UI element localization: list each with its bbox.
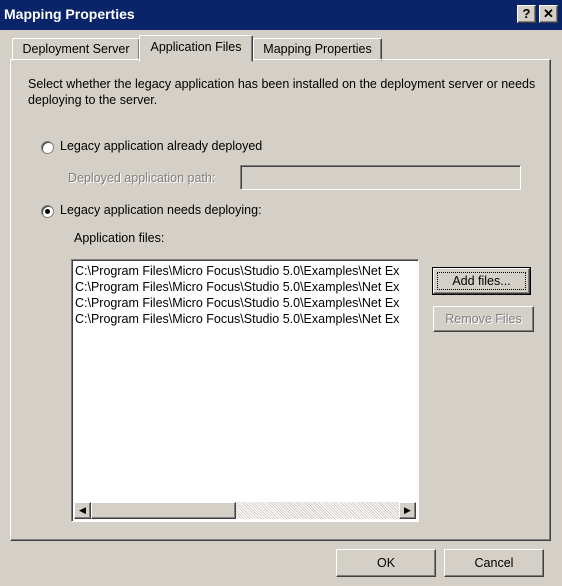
arrow-left-icon: ◀ [79,505,86,515]
horizontal-scrollbar[interactable]: ◀ ▶ [74,502,416,519]
ok-button[interactable]: OK [336,549,436,577]
cancel-button[interactable]: Cancel [444,549,544,577]
tab-deployment-server[interactable]: Deployment Server [12,38,140,61]
deployed-path-label: Deployed application path: [68,171,216,185]
help-button[interactable]: ? [517,5,536,23]
tab-application-files[interactable]: Application Files [139,35,253,62]
radio-selected-dot [45,209,50,214]
deployed-path-input[interactable] [240,165,521,190]
application-files-list[interactable]: C:\Program Files\Micro Focus\Studio 5.0\… [71,259,419,522]
add-files-button[interactable]: Add files... [432,267,531,295]
scroll-left-button[interactable]: ◀ [74,502,91,519]
list-item[interactable]: C:\Program Files\Micro Focus\Studio 5.0\… [75,263,399,279]
arrow-right-icon: ▶ [404,505,411,515]
radio-needs-deploying-label[interactable]: Legacy application needs deploying: [60,203,262,217]
close-icon: ✕ [543,6,554,21]
application-files-label: Application files: [74,231,165,245]
description-text: Select whether the legacy application ha… [28,77,536,107]
focus-rect [437,272,526,290]
radio-already-deployed[interactable] [41,141,54,154]
list-item[interactable]: C:\Program Files\Micro Focus\Studio 5.0\… [75,311,399,327]
remove-files-button[interactable]: Remove Files [433,306,534,332]
scroll-thumb[interactable] [91,502,236,519]
scroll-right-button[interactable]: ▶ [399,502,416,519]
close-button[interactable]: ✕ [539,5,558,23]
tab-mapping-properties[interactable]: Mapping Properties [253,38,382,61]
radio-needs-deploying[interactable] [41,205,54,218]
list-item[interactable]: C:\Program Files\Micro Focus\Studio 5.0\… [75,279,399,295]
window-title: Mapping Properties [4,6,135,22]
list-item[interactable]: C:\Program Files\Micro Focus\Studio 5.0\… [75,295,399,311]
title-bar: Mapping Properties ? ✕ [0,0,562,30]
radio-already-deployed-label[interactable]: Legacy application already deployed [60,139,262,153]
